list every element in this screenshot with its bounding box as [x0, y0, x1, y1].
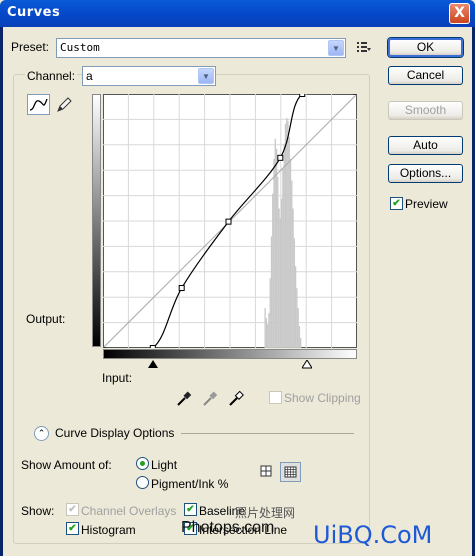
preset-value: Custom	[60, 41, 100, 54]
cancel-button[interactable]: Cancel	[388, 66, 463, 85]
output-label: Output:	[26, 312, 66, 326]
histogram-bar	[293, 238, 296, 348]
curve-control-point	[299, 94, 306, 97]
histogram-label: Histogram	[81, 523, 136, 537]
show-clipping-checkbox[interactable]	[269, 391, 282, 404]
preset-options-icon[interactable]	[357, 41, 371, 53]
input-gradient-bar	[103, 349, 357, 359]
collapse-options-button[interactable]: ⌃	[34, 426, 49, 441]
preview-label: Preview	[405, 197, 448, 211]
curve-control-point	[149, 345, 156, 348]
curve-control-point	[277, 154, 284, 161]
channel-overlays-label: Channel Overlays	[81, 504, 177, 518]
histogram-bar	[283, 143, 285, 348]
light-label: Light	[151, 458, 178, 472]
curve-control-point	[178, 285, 185, 292]
black-point-slider-icon[interactable]	[148, 360, 158, 369]
histogram-bar	[273, 158, 275, 348]
pigment-label: Pigment/Ink %	[151, 477, 229, 491]
gray-eyedropper-icon[interactable]	[202, 389, 220, 407]
curves-dialog: Curves X P Preset: Custom ▼ OK Cancel Sm…	[0, 0, 475, 556]
detailed-grid-icon	[284, 466, 297, 478]
channel-select[interactable]: a ▼	[82, 66, 216, 86]
output-gradient-bar	[92, 94, 101, 347]
histogram-bar	[291, 180, 293, 348]
histogram-bar	[269, 278, 271, 348]
white-eyedropper-icon[interactable]	[228, 389, 246, 407]
histogram-checkbox[interactable]: ✔	[66, 522, 79, 535]
histogram-bar	[296, 288, 298, 348]
white-point-slider-icon[interactable]	[302, 360, 312, 369]
histogram-bar	[265, 318, 268, 348]
watermark-uibq: UiBQ.CoM	[313, 521, 433, 549]
histogram-bar	[298, 326, 301, 348]
light-radio[interactable]	[136, 457, 149, 470]
histogram-bar	[277, 176, 279, 348]
watermark-photops: Photops.com	[181, 519, 275, 536]
curve-control-point	[225, 218, 232, 225]
histogram-bar	[288, 136, 290, 348]
preset-select[interactable]: Custom ▼	[56, 38, 346, 58]
curve-display-options-heading: Curve Display Options	[55, 426, 175, 440]
show-clipping-label: Show Clipping	[284, 391, 361, 405]
histogram-bar	[289, 158, 292, 348]
histogram-bar	[270, 236, 273, 348]
smooth-button[interactable]: Smooth	[388, 101, 463, 120]
black-eyedropper-icon[interactable]	[176, 389, 194, 407]
options-button[interactable]: Options...	[388, 164, 463, 183]
pigment-radio[interactable]	[136, 476, 149, 489]
curve-point-tool[interactable]	[27, 94, 50, 115]
ok-button[interactable]: OK	[388, 38, 463, 57]
histogram-bar	[279, 218, 282, 348]
histogram-bar	[264, 308, 266, 348]
histogram-bar	[267, 324, 269, 348]
simple-grid-button[interactable]	[257, 462, 275, 480]
histogram-bar	[268, 313, 270, 348]
curve-graph[interactable]	[103, 94, 357, 348]
input-label: Input:	[102, 371, 133, 385]
histogram-bar	[300, 338, 302, 348]
section-divider	[181, 433, 354, 434]
dialog-client: P Preset: Custom ▼ OK Cancel Smooth Auto…	[3, 27, 472, 556]
preview-checkbox[interactable]: ✔	[390, 197, 403, 210]
histogram-bar	[292, 208, 294, 348]
curve-tool-icon	[29, 98, 48, 111]
histogram-bar	[272, 193, 274, 348]
title-bar: Curves X	[0, 0, 475, 27]
histogram-bar	[284, 123, 287, 348]
close-button[interactable]: X	[449, 3, 470, 24]
channel-overlays-checkbox[interactable]: ✔	[66, 503, 79, 516]
histogram-bar	[282, 168, 284, 348]
detailed-grid-button[interactable]	[280, 462, 301, 482]
histogram-bar	[294, 266, 297, 348]
histogram-bar	[274, 138, 276, 348]
simple-grid-icon	[260, 465, 272, 477]
chevron-down-icon[interactable]: ▼	[198, 68, 214, 84]
histogram-bar	[275, 148, 278, 348]
auto-button[interactable]: Auto	[388, 136, 463, 155]
channel-label: Channel:	[25, 69, 78, 83]
chevron-down-icon[interactable]: ▼	[328, 40, 344, 56]
histogram-bar	[280, 198, 283, 348]
baseline-checkbox[interactable]: ✔	[184, 503, 197, 516]
histogram-bar	[297, 308, 299, 348]
pencil-tool-icon[interactable]	[55, 96, 73, 114]
show-amount-label: Show Amount of:	[21, 458, 112, 472]
show-label: Show:	[21, 504, 55, 518]
dialog-title: Curves	[7, 5, 61, 20]
histogram-bar	[287, 120, 289, 348]
histogram-bar	[286, 117, 288, 348]
preset-label-text: Preset:	[11, 40, 50, 54]
channel-value: a	[86, 69, 93, 83]
histogram-bar	[278, 208, 280, 348]
